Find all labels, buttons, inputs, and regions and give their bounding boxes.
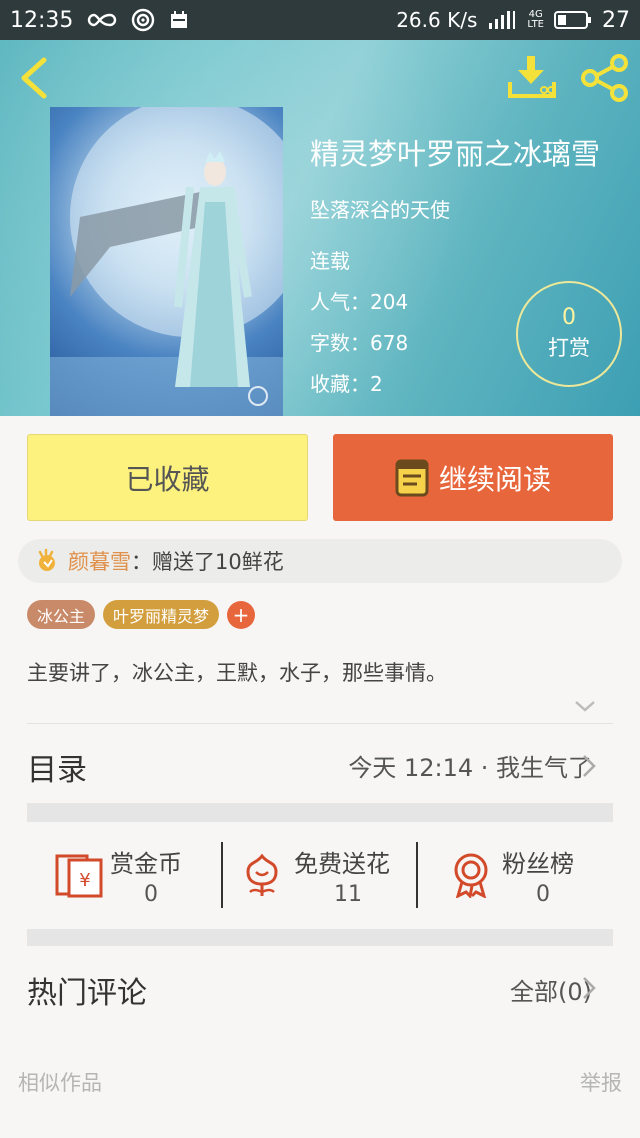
favorites-value: 2 bbox=[370, 372, 383, 396]
stat-value: 0 bbox=[536, 882, 550, 907]
continue-reading-button[interactable]: 继续阅读 bbox=[333, 434, 613, 521]
download-icon bbox=[508, 56, 556, 98]
favorited-button[interactable]: 已收藏 bbox=[27, 434, 308, 521]
favorites-label: 收藏： bbox=[310, 372, 370, 396]
add-tag-button[interactable]: + bbox=[227, 600, 256, 629]
flower-icon bbox=[246, 854, 278, 896]
word-count-label: 字数： bbox=[310, 331, 370, 355]
reward-count: 0 bbox=[562, 305, 576, 330]
list-peek bbox=[0, 1120, 640, 1138]
download-button[interactable] bbox=[506, 54, 558, 100]
book-author[interactable]: 坠落深谷的天使 bbox=[310, 194, 640, 223]
book-status: 连载 bbox=[310, 249, 350, 273]
tag-item[interactable]: 冰公主 bbox=[27, 600, 96, 629]
infinity-icon bbox=[87, 12, 117, 28]
favorited-label: 已收藏 bbox=[125, 462, 210, 496]
section-separator bbox=[27, 803, 613, 822]
book-cover-image[interactable] bbox=[50, 107, 283, 416]
clap-icon bbox=[38, 548, 55, 571]
gift-notice[interactable]: 颜暮雪 ：赠送了10鲜花 bbox=[18, 539, 622, 583]
reward-label: 打赏 bbox=[548, 336, 590, 360]
vertical-divider bbox=[416, 842, 418, 908]
similar-works-label: 相似作品 bbox=[18, 1071, 102, 1095]
share-icon bbox=[581, 54, 628, 102]
red-envelope-icon: ¥ bbox=[55, 854, 103, 898]
stat-coin-reward[interactable]: ¥ 赏金币 0 bbox=[55, 840, 215, 910]
tag-item[interactable]: 叶罗丽精灵梦 bbox=[103, 600, 220, 629]
signal-icon bbox=[487, 9, 517, 31]
calendar-icon bbox=[169, 10, 189, 30]
book-title: 精灵梦叶罗丽之冰璃雪 bbox=[310, 137, 601, 171]
back-button[interactable] bbox=[14, 56, 54, 100]
hot-comments-title: 热门评论 bbox=[27, 976, 147, 1011]
popularity-value: 204 bbox=[370, 290, 409, 314]
word-count-value: 678 bbox=[370, 331, 409, 355]
gift-message: ：赠送了10鲜花 bbox=[131, 550, 284, 574]
chevron-right-icon bbox=[583, 755, 596, 777]
back-arrow-icon bbox=[21, 57, 47, 99]
stat-fan-ranking[interactable]: 粉丝榜 0 bbox=[450, 840, 600, 910]
share-button[interactable] bbox=[580, 54, 630, 102]
expand-chevron-icon[interactable] bbox=[573, 696, 597, 716]
stat-label: 赏金币 bbox=[110, 850, 182, 878]
battery-level: 27 bbox=[602, 7, 630, 33]
award-ribbon-icon bbox=[454, 853, 488, 898]
continue-reading-label: 继续阅读 bbox=[438, 462, 551, 496]
status-bar: 12:35 26.6 K/s 4G LTE 27 bbox=[0, 0, 640, 40]
gift-user[interactable]: 颜暮雪 bbox=[68, 546, 131, 576]
section-separator bbox=[27, 929, 613, 946]
stat-value: 11 bbox=[334, 882, 362, 907]
report-link[interactable]: 举报 bbox=[580, 1067, 622, 1097]
popularity-label: 人气： bbox=[310, 290, 370, 314]
stat-free-flowers[interactable]: 免费送花 11 bbox=[244, 840, 414, 910]
book-description: 主要讲了，冰公主，王默，水子，那些事情。 bbox=[27, 661, 447, 685]
cover-illustration bbox=[50, 107, 283, 416]
tag-list: 冰公主 叶罗丽精灵梦 + bbox=[27, 600, 256, 629]
divider bbox=[27, 723, 613, 724]
hotspot-icon bbox=[131, 8, 155, 32]
book-icon bbox=[395, 459, 429, 496]
stat-label: 免费送花 bbox=[294, 850, 390, 878]
status-time: 12:35 bbox=[10, 7, 74, 33]
lte-icon: 4G LTE bbox=[527, 9, 544, 30]
toc-title[interactable]: 目录 bbox=[27, 745, 87, 789]
reward-button[interactable]: 0 打赏 bbox=[516, 281, 622, 387]
network-speed: 26.6 K/s bbox=[396, 8, 478, 32]
chevron-right-icon bbox=[583, 977, 596, 999]
vertical-divider bbox=[221, 842, 223, 908]
stat-label: 粉丝榜 bbox=[502, 850, 574, 878]
stat-value: 0 bbox=[144, 882, 158, 907]
toc-latest-chapter[interactable]: 今天 12:14 · 我生气了 bbox=[348, 748, 592, 783]
svg-text:¥: ¥ bbox=[79, 870, 90, 891]
all-comments-link[interactable]: 全部(0) bbox=[510, 972, 592, 1007]
book-header: 精灵梦叶罗丽之冰璃雪 坠落深谷的天使 连载 人气：204 字数：678 收藏：2… bbox=[0, 40, 640, 416]
battery-icon bbox=[554, 10, 592, 30]
